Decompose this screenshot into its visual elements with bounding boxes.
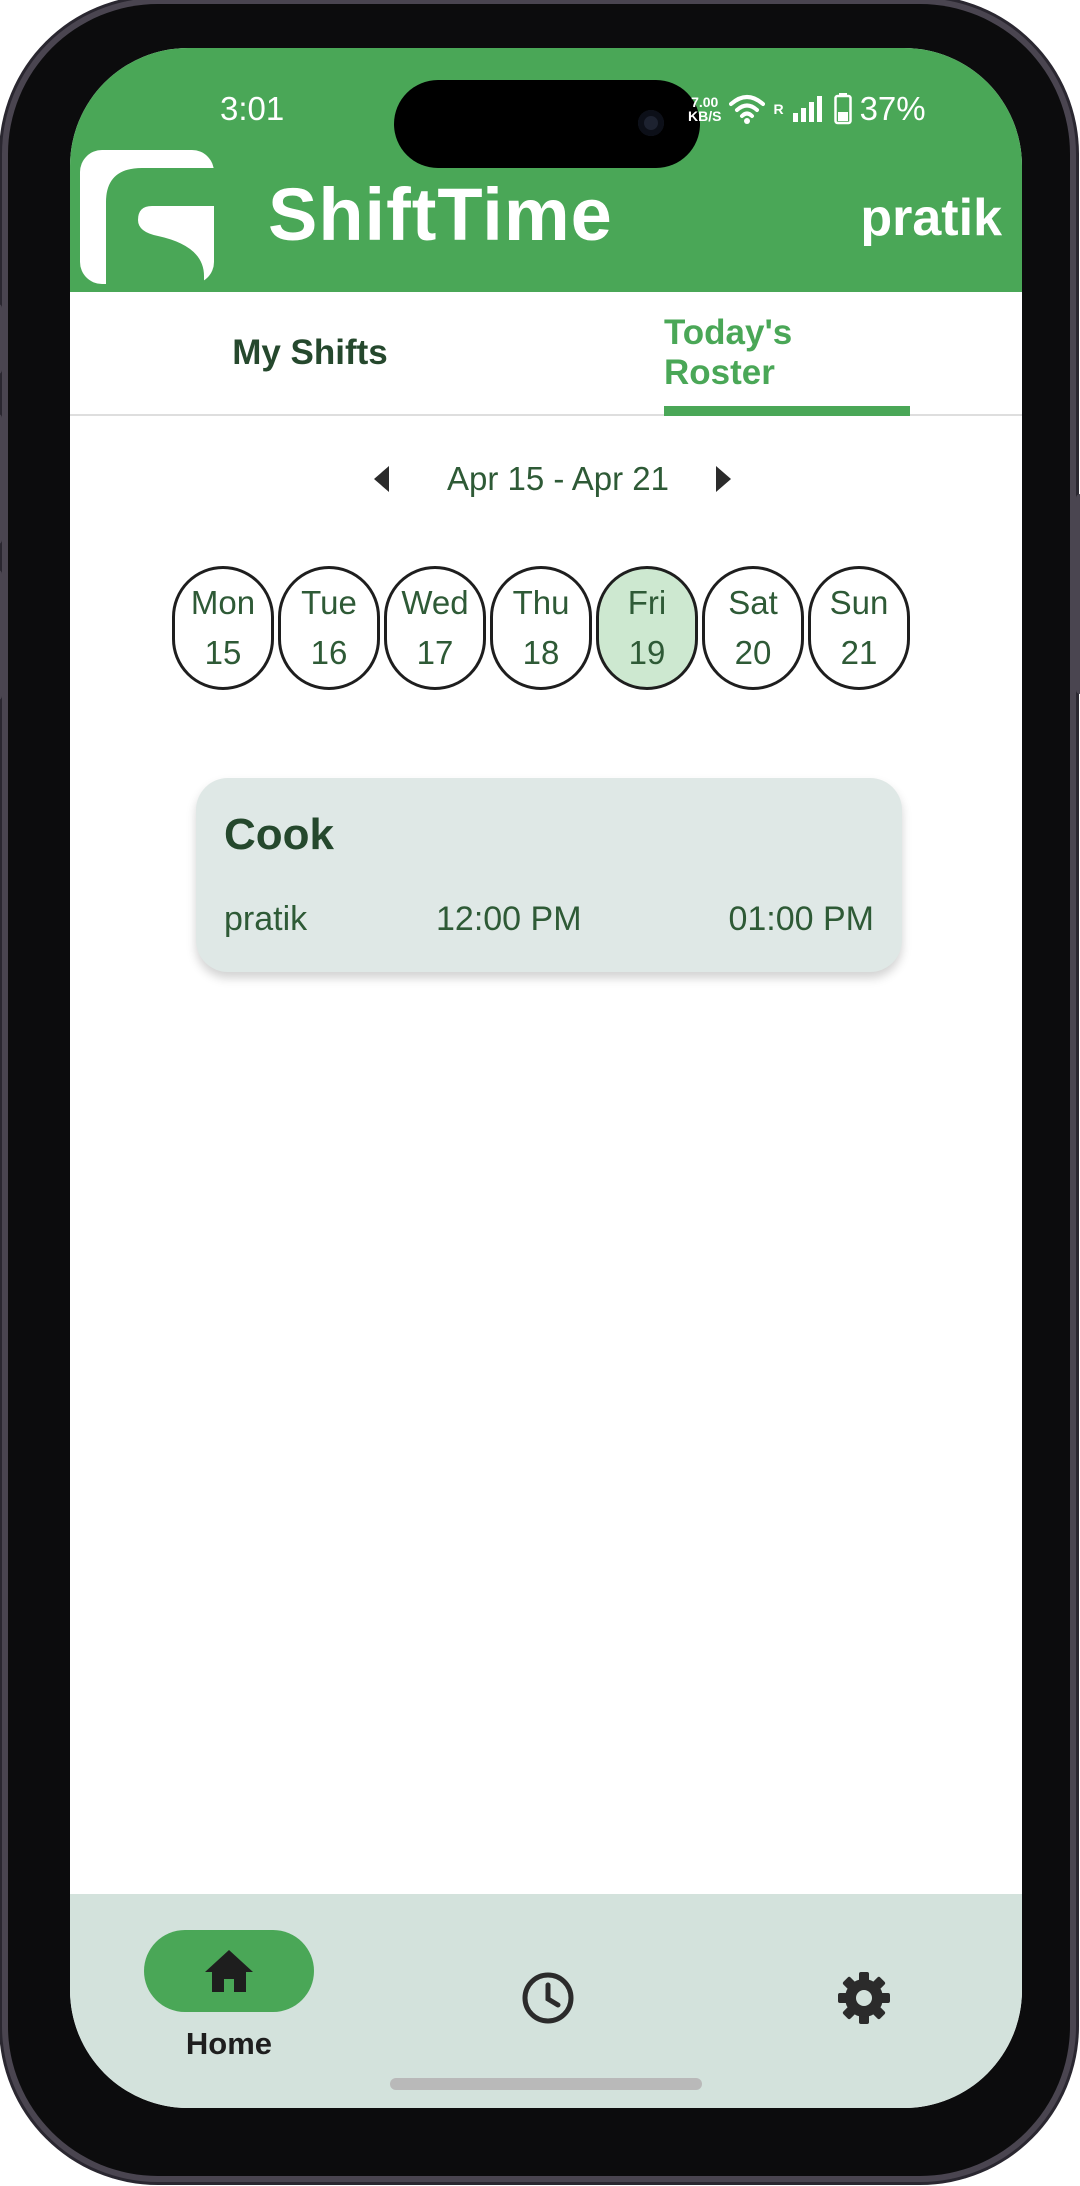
- user-name[interactable]: pratik: [860, 188, 1002, 248]
- status-time: 3:01: [220, 90, 285, 127]
- power-button: [1076, 494, 1080, 694]
- shift-end-time: 01:00 PM: [728, 900, 874, 938]
- day-number: 17: [416, 634, 454, 671]
- week-navigator: Apr 15 - Apr 21: [70, 456, 1022, 516]
- bottom-navigation: Home: [70, 1894, 1022, 2108]
- status-icons: 7.00 KB/S R 37%: [688, 90, 926, 128]
- shift-role: Cook: [224, 810, 334, 859]
- battery-icon: [833, 93, 852, 125]
- day-name: Fri: [627, 584, 667, 621]
- tab-bar: My Shifts Today's Roster: [70, 292, 1022, 416]
- phone-frame: 3:01 7.00 KB/S R 37% ShiftTime pratik My…: [0, 4, 1080, 2176]
- week-range-label: Apr 15 - Apr 21: [447, 460, 669, 497]
- day-number: 16: [310, 634, 348, 671]
- day-name: Thu: [512, 584, 570, 621]
- day-name: Wed: [401, 584, 469, 621]
- clock-icon: [522, 1972, 574, 2024]
- day-number: 18: [522, 634, 560, 671]
- day-name: Sat: [728, 584, 778, 621]
- wifi-icon: [729, 95, 766, 124]
- home-icon: [205, 1950, 253, 1992]
- tab-todays-roster[interactable]: Today's Roster: [664, 292, 910, 414]
- active-tab-indicator: [664, 406, 910, 416]
- day-sun[interactable]: Sun 21: [808, 566, 910, 690]
- day-selector: Mon 15 Tue 16 Wed 17 Thu 18 Fri 19 Sat 2…: [172, 566, 910, 690]
- day-sat[interactable]: Sat 20: [702, 566, 804, 690]
- action-button: [0, 304, 2, 374]
- home-active-pill[interactable]: [144, 1930, 314, 2012]
- day-fri-selected[interactable]: Fri 19: [596, 566, 698, 690]
- home-indicator-bar[interactable]: [390, 2078, 702, 2090]
- day-tue[interactable]: Tue 16: [278, 566, 380, 690]
- app-title: ShiftTime: [268, 173, 613, 256]
- shifttime-logo: [80, 150, 214, 284]
- day-thu[interactable]: Thu 18: [490, 566, 592, 690]
- shift-card[interactable]: Cook pratik 12:00 PM 01:00 PM: [196, 778, 902, 972]
- nav-home[interactable]: Home: [144, 1894, 314, 2062]
- battery-percent: 37%: [859, 90, 926, 127]
- gear-icon: [838, 1972, 890, 2024]
- nav-clock[interactable]: [520, 1970, 576, 2026]
- next-week-icon[interactable]: [716, 466, 731, 492]
- camera-icon: [638, 110, 664, 136]
- day-name: Sun: [829, 584, 889, 621]
- day-number: 20: [734, 634, 772, 671]
- previous-week-icon[interactable]: [374, 466, 389, 492]
- day-name: Tue: [301, 584, 357, 621]
- day-number: 19: [628, 634, 666, 671]
- app-header: 3:01 7.00 KB/S R 37% ShiftTime pratik: [70, 48, 1022, 292]
- volume-up-button: [0, 414, 2, 544]
- day-mon[interactable]: Mon 15: [172, 566, 274, 690]
- shift-start-time: 12:00 PM: [436, 900, 582, 938]
- day-number: 15: [204, 634, 242, 671]
- nav-settings[interactable]: [836, 1970, 892, 2026]
- day-name: Mon: [190, 584, 256, 621]
- tab-my-shifts[interactable]: My Shifts: [190, 292, 430, 414]
- signal-icon: [792, 96, 822, 122]
- home-label: Home: [185, 2026, 273, 2061]
- net-speed-value: 7.00: [691, 94, 719, 110]
- screen: 3:01 7.00 KB/S R 37% ShiftTime pratik My…: [70, 48, 1022, 2108]
- signal-label: R: [773, 101, 784, 117]
- net-speed-unit: KB/S: [688, 108, 722, 124]
- day-number: 21: [840, 634, 878, 671]
- dynamic-island: [394, 80, 700, 168]
- day-wed[interactable]: Wed 17: [384, 566, 486, 690]
- net-speed: 7.00 KB/S: [688, 95, 721, 123]
- shift-employee: pratik: [224, 900, 308, 938]
- volume-down-button: [0, 570, 2, 700]
